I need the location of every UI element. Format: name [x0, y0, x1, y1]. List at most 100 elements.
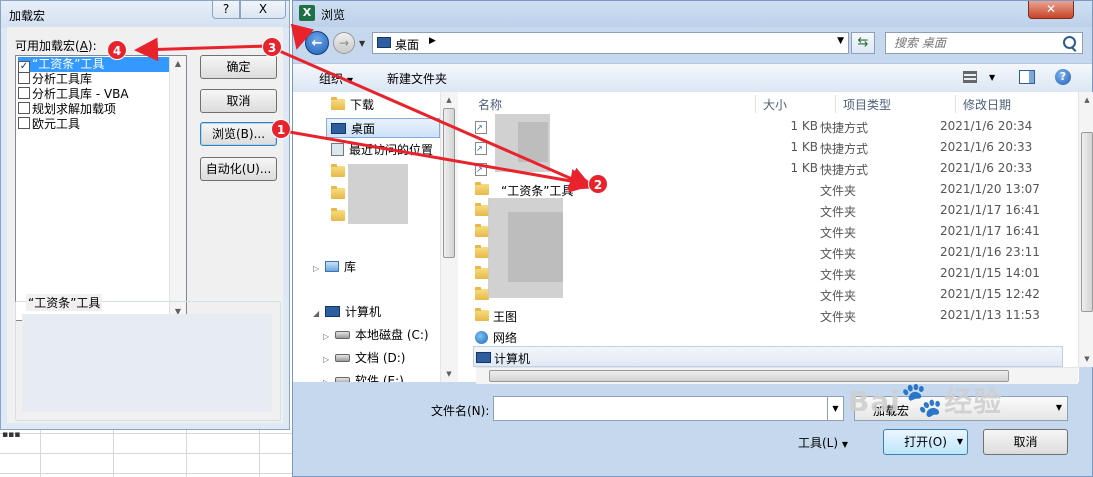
cancel-button[interactable]: 取消: [200, 89, 277, 113]
description-group: “工资条”工具: [15, 294, 281, 421]
shortcut-icon: [475, 142, 487, 155]
file-row[interactable]: 1 KB 快捷方式 2021/1/6 20:33: [473, 158, 1063, 179]
file-row[interactable]: 王图 文件夹 2021/1/13 11:53: [473, 305, 1063, 326]
chevron-down-icon[interactable]: ▼: [1056, 403, 1062, 412]
column-type[interactable]: 项目类型: [843, 95, 891, 115]
folder-icon: [475, 266, 489, 279]
scroll-up-icon[interactable]: ▲: [1079, 92, 1093, 108]
open-button[interactable]: 打开(O) ▼: [883, 429, 968, 455]
back-arrow-icon[interactable]: ←: [305, 31, 329, 55]
search-box[interactable]: [885, 32, 1083, 54]
search-input[interactable]: [886, 33, 1056, 53]
addin-item-analysis-toolpak-vba[interactable]: 分析工具库 - VBA: [18, 87, 170, 102]
nav-scrollbar[interactable]: ▲ ▼: [440, 92, 458, 382]
nav-item-recent[interactable]: 最近访问的位置: [331, 140, 433, 160]
nav-item-drive-c[interactable]: ▷ 本地磁盘 (C:): [323, 325, 429, 345]
navigation-pane: 下载 桌面 最近访问的位置 ▷ 库 ◢ 计算机 ▷ 本地磁盘 (C:) ▷ 文档 (D:…: [293, 92, 459, 382]
recent-places-icon: [331, 143, 344, 156]
close-button[interactable]: X: [240, 1, 286, 19]
expand-icon[interactable]: ▷: [313, 259, 322, 279]
redacted-region: [508, 212, 563, 282]
history-dropdown-icon[interactable]: ▼: [359, 39, 365, 48]
redacted-region: [518, 122, 548, 162]
help-button[interactable]: ?: [212, 1, 240, 19]
expand-icon[interactable]: ▷: [323, 350, 332, 370]
addin-dialog: 加载宏 ? X 可用加载宏(A): ✓ “工资条”工具 分析工具库 分析工具库 -…: [0, 0, 290, 430]
chevron-down-icon[interactable]: ▼: [957, 430, 963, 454]
nav-item-libraries[interactable]: ▷ 库: [313, 257, 356, 277]
folder-icon: [475, 245, 489, 258]
expand-icon[interactable]: ▷: [323, 327, 332, 347]
nav-scroll-thumb[interactable]: [443, 108, 455, 258]
tools-menu[interactable]: 工具(L) ▼: [798, 434, 848, 451]
checkbox-icon[interactable]: [18, 87, 30, 99]
scroll-up-icon[interactable]: ▲: [170, 56, 186, 72]
addin-item-salary-tool[interactable]: ✓ “工资条”工具: [18, 57, 170, 73]
address-text[interactable]: 桌面: [395, 36, 419, 53]
scroll-up-icon[interactable]: ▲: [441, 92, 457, 108]
column-name[interactable]: 名称: [478, 95, 502, 115]
nav-item-desktop[interactable]: 桌面: [326, 118, 440, 138]
addin-item-solver[interactable]: 规划求解加载项: [18, 102, 170, 117]
refresh-icon[interactable]: ⇆: [851, 32, 875, 54]
column-date[interactable]: 修改日期: [963, 95, 1011, 115]
forward-arrow-icon[interactable]: →: [333, 32, 355, 54]
addin-title: 加载宏: [9, 9, 46, 23]
checkbox-icon[interactable]: [18, 72, 30, 84]
file-row-network[interactable]: 网络: [473, 326, 1063, 347]
nav-item-drive-e[interactable]: ▷软件 (E:): [323, 371, 404, 382]
addins-list[interactable]: ✓ “工资条”工具 分析工具库 分析工具库 - VBA 规划求解加载项 欧元工具 …: [15, 55, 187, 321]
browse-button[interactable]: 浏览(B)...: [200, 122, 277, 146]
cancel-button[interactable]: 取消: [983, 429, 1068, 455]
filename-label: 文件名(N):: [431, 404, 490, 418]
checkbox-icon[interactable]: [18, 117, 30, 129]
library-icon: [325, 261, 339, 272]
ok-button[interactable]: 确定: [200, 55, 277, 79]
filename-input[interactable]: [493, 396, 828, 421]
addin-titlebar: 加载宏 ? X: [1, 1, 289, 28]
organize-menu[interactable]: 组织 ▼: [319, 70, 353, 87]
column-size[interactable]: 大小: [763, 95, 787, 115]
chevron-down-icon[interactable]: ▼: [828, 396, 844, 421]
nav-item-drive-d[interactable]: ▷ 文档 (D:): [323, 348, 405, 368]
nav-item-downloads[interactable]: 下载: [331, 95, 374, 115]
file-row-salary-tool-folder[interactable]: “工资条”工具 文件夹 2021/1/20 13:07: [473, 179, 1063, 200]
chevron-down-icon[interactable]: ▼: [989, 73, 995, 82]
file-row[interactable]: 1 KB 快捷方式 2021/1/6 20:34: [473, 116, 1063, 137]
checkbox-icon[interactable]: [18, 102, 30, 114]
badge-step-3: 3: [262, 37, 282, 57]
folder-icon: [475, 224, 489, 237]
preview-pane-icon[interactable]: [1019, 70, 1035, 84]
file-row[interactable]: 1 KB 快捷方式 2021/1/6 20:33: [473, 137, 1063, 158]
folder-icon: [475, 287, 489, 300]
automation-button[interactable]: 自动化(U)...: [200, 157, 277, 181]
chevron-right-icon[interactable]: ▶: [429, 36, 436, 46]
addin-item-euro-tools[interactable]: 欧元工具: [18, 117, 170, 132]
addin-item-analysis-toolpak[interactable]: 分析工具库: [18, 72, 170, 87]
view-options-icon[interactable]: [963, 71, 977, 83]
address-bar[interactable]: 桌面 ▶ ▼: [372, 32, 849, 54]
desktop-icon: [377, 37, 391, 48]
column-separator: [835, 95, 836, 113]
chevron-down-icon: ▼: [346, 76, 353, 85]
file-row-computer[interactable]: 计算机: [473, 346, 1063, 367]
description-title: “工资条”工具: [26, 294, 103, 311]
column-separator: [755, 95, 756, 113]
redacted-region: [348, 164, 408, 224]
file-scroll-thumb[interactable]: [1081, 132, 1093, 312]
chevron-down-icon[interactable]: ▼: [837, 36, 844, 46]
collapse-icon[interactable]: ◢: [313, 304, 322, 324]
new-folder-button[interactable]: 新建文件夹: [387, 70, 447, 87]
help-icon[interactable]: ?: [1055, 69, 1071, 85]
scroll-down-icon[interactable]: ▼: [1079, 351, 1093, 367]
folder-icon: [331, 208, 345, 221]
addins-list-scrollbar[interactable]: ▲ ▼: [169, 56, 186, 320]
close-icon[interactable]: ✕: [1028, 1, 1074, 19]
expand-icon[interactable]: ▷: [323, 373, 332, 382]
description-text-area: [22, 314, 272, 412]
scroll-down-icon[interactable]: ▼: [441, 366, 457, 382]
search-icon[interactable]: [1063, 36, 1076, 49]
file-list-scrollbar[interactable]: ▲ ▼: [1078, 92, 1093, 367]
addin-body: 可用加载宏(A): ✓ “工资条”工具 分析工具库 分析工具库 - VBA 规划求…: [7, 27, 283, 423]
nav-item-computer[interactable]: ◢ 计算机: [313, 302, 381, 322]
